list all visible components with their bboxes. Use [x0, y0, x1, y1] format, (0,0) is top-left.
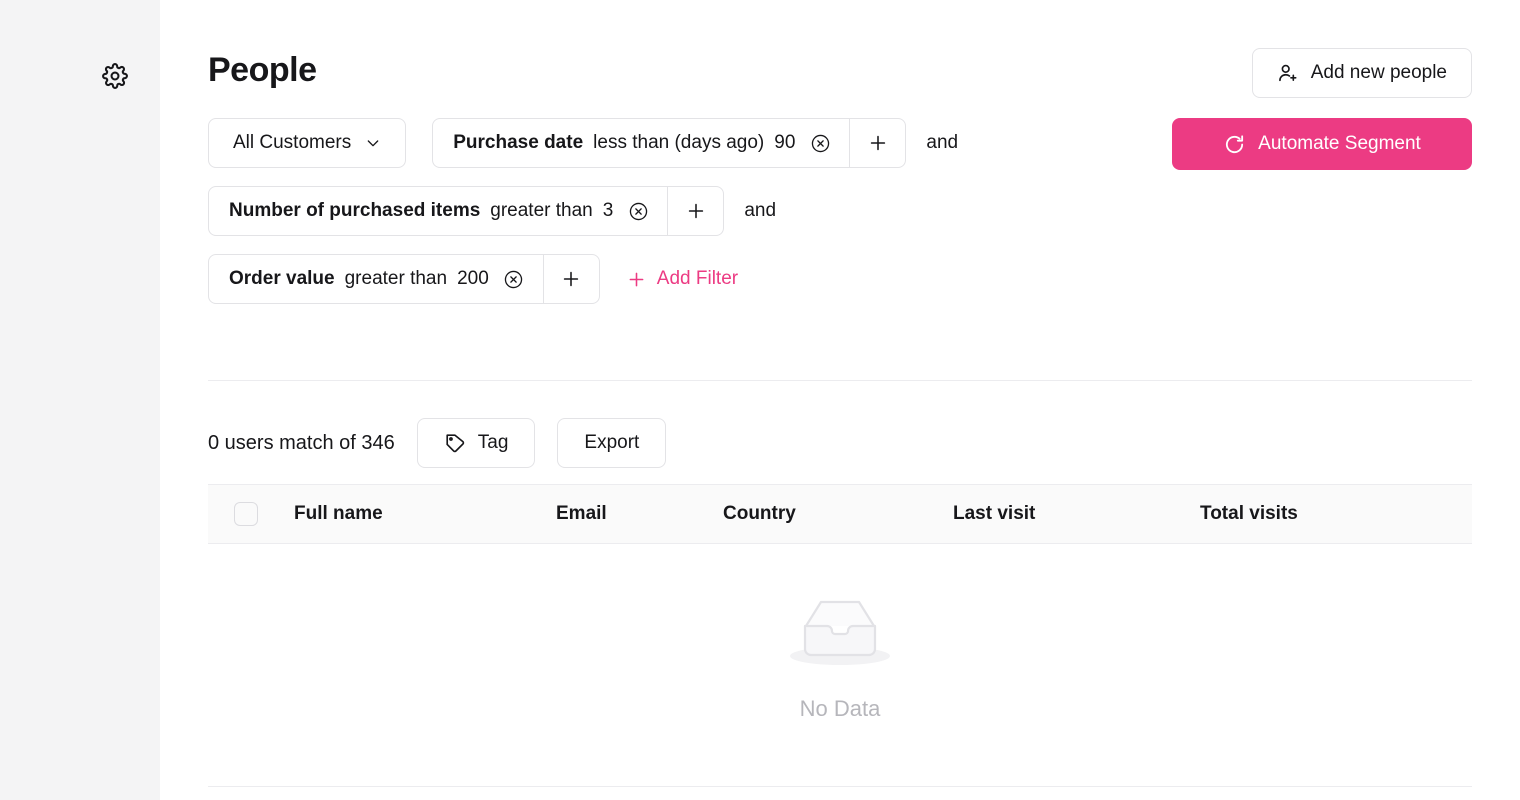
inbox-icon — [788, 588, 892, 678]
column-header-total-visits[interactable]: Total visits — [1200, 503, 1440, 525]
filter-chip-group: Order value greater than 200 — [208, 254, 600, 304]
filter-chip-group: Purchase date less than (days ago) 90 — [432, 118, 907, 168]
chevron-down-icon — [365, 135, 381, 151]
filter-value: 3 — [602, 200, 614, 221]
filter-conjunction: and — [744, 200, 777, 221]
column-header-country[interactable]: Country — [723, 503, 953, 525]
close-circle-icon[interactable] — [627, 200, 649, 222]
gear-icon — [102, 63, 128, 89]
page-title: People — [208, 51, 317, 89]
close-circle-icon[interactable] — [809, 132, 831, 154]
filter-row: Number of purchased items greater than 3 — [208, 186, 958, 236]
add-filter-button[interactable]: Add Filter — [626, 268, 738, 290]
tag-label: Tag — [477, 432, 509, 453]
select-all-cell — [208, 502, 294, 526]
refresh-icon — [1223, 133, 1246, 156]
filter-chip[interactable]: Purchase date less than (days ago) 90 — [433, 119, 849, 167]
people-page: People Add new people Automate Segment A… — [0, 0, 1520, 800]
add-condition-button[interactable] — [542, 255, 599, 303]
filter-operator: greater than — [344, 268, 448, 289]
filter-row: All Customers Purchase date less than (d… — [208, 118, 958, 168]
plus-icon — [560, 268, 582, 290]
person-add-icon — [1277, 62, 1299, 84]
column-header-last-visit[interactable]: Last visit — [953, 503, 1200, 525]
add-new-people-label: Add new people — [1310, 62, 1447, 83]
segment-select[interactable]: All Customers — [208, 118, 407, 168]
add-condition-button[interactable] — [849, 119, 905, 167]
plus-icon — [685, 200, 707, 222]
export-label: Export — [584, 432, 640, 453]
export-button[interactable]: Export — [557, 418, 667, 468]
filter-operator: greater than — [490, 200, 593, 221]
filter-field: Order value — [229, 268, 335, 289]
close-circle-icon[interactable] — [503, 268, 525, 290]
filter-chip-group: Number of purchased items greater than 3 — [208, 186, 725, 236]
tag-button[interactable]: Tag — [416, 418, 536, 468]
people-table: Full name Email Country Last visit Total… — [208, 484, 1472, 721]
plus-icon — [867, 132, 889, 154]
filter-chip[interactable]: Order value greater than 200 — [209, 255, 543, 303]
table-header-row: Full name Email Country Last visit Total… — [208, 484, 1472, 544]
plus-icon — [626, 269, 647, 290]
filter-field: Purchase date — [453, 132, 584, 153]
sidebar — [0, 0, 160, 800]
empty-state: No Data — [208, 588, 1472, 722]
add-condition-button[interactable] — [667, 187, 723, 235]
filters-area: All Customers Purchase date less than (d… — [208, 118, 958, 322]
match-count-text: 0 users match of 346 — [208, 431, 395, 454]
automate-segment-button[interactable]: Automate Segment — [1172, 118, 1472, 170]
filter-value: 200 — [457, 268, 489, 289]
automate-segment-label: Automate Segment — [1258, 133, 1421, 154]
bottom-divider — [208, 786, 1472, 787]
filter-chip[interactable]: Number of purchased items greater than 3 — [209, 187, 667, 235]
add-filter-label: Add Filter — [656, 268, 739, 289]
empty-state-label: No Data — [799, 696, 881, 721]
filter-field: Number of purchased items — [229, 200, 481, 221]
section-divider — [208, 380, 1472, 381]
filter-row: Order value greater than 200 Add Filter — [208, 254, 958, 304]
filter-value: 90 — [774, 132, 796, 153]
segment-select-value: All Customers — [233, 132, 352, 153]
main-content: People Add new people Automate Segment A… — [160, 0, 1520, 800]
select-all-checkbox[interactable] — [234, 502, 258, 526]
column-header-full-name[interactable]: Full name — [294, 503, 556, 525]
column-header-email[interactable]: Email — [556, 503, 723, 525]
results-bar: 0 users match of 346 Tag Export — [208, 418, 667, 468]
settings-button[interactable] — [99, 60, 131, 92]
tag-icon — [444, 432, 466, 454]
add-new-people-button[interactable]: Add new people — [1251, 48, 1472, 98]
segment-select-trigger[interactable]: All Customers — [209, 119, 405, 167]
filter-conjunction: and — [926, 132, 959, 153]
filter-operator: less than (days ago) — [593, 132, 765, 153]
